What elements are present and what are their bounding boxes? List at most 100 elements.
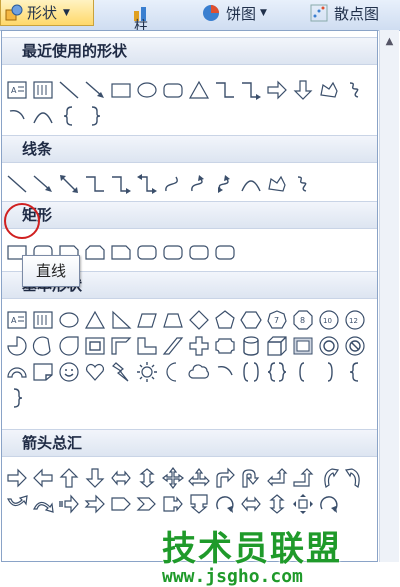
arrows-callR-shape-button[interactable]	[160, 491, 186, 517]
lines-curveD-shape-button[interactable]	[212, 171, 238, 197]
basic-bracketR-shape-button[interactable]	[316, 359, 342, 385]
lines-elbowA-shape-button[interactable]	[108, 171, 134, 197]
arrows-aCirc-shape-button[interactable]	[212, 491, 238, 517]
lines-scribble-shape-button[interactable]	[290, 171, 316, 197]
arrows-aU-shape-button[interactable]	[56, 465, 82, 491]
basic-hept-shape-button[interactable]: 7	[264, 307, 290, 333]
recent-elbow-shape-button[interactable]	[212, 77, 238, 103]
recent-scribble-shape-button[interactable]	[342, 77, 368, 103]
recent-arrow-shape-button[interactable]	[82, 77, 108, 103]
basic-oct-shape-button[interactable]: 8	[290, 307, 316, 333]
lines-darrow-shape-button[interactable]	[56, 171, 82, 197]
recent-arc-shape-button[interactable]	[30, 103, 56, 129]
recent-textbox-shape-button[interactable]: A	[4, 77, 30, 103]
basic-heart-shape-button[interactable]	[82, 359, 108, 385]
basic-pie-shape-button[interactable]	[4, 333, 30, 359]
arrows-aLRU-shape-button[interactable]	[186, 465, 212, 491]
recent-rect-shape-button[interactable]	[108, 77, 134, 103]
basic-tri-shape-button[interactable]	[82, 307, 108, 333]
scatter-chart-button[interactable]: 散点图	[310, 0, 379, 26]
basic-nosym-shape-button[interactable]	[342, 333, 368, 359]
arrows-aCurveU-shape-button[interactable]	[4, 491, 30, 517]
arrows-aLup-shape-button[interactable]	[264, 465, 290, 491]
basic-donut-shape-button[interactable]	[316, 333, 342, 359]
basic-sun-shape-button[interactable]	[134, 359, 160, 385]
basic-bevel-shape-button[interactable]	[290, 333, 316, 359]
lines-line-shape-button[interactable]	[4, 171, 30, 197]
lines-curveA-shape-button[interactable]	[186, 171, 212, 197]
arrows-aStripe-shape-button[interactable]	[56, 491, 82, 517]
recent-tri-shape-button[interactable]	[186, 77, 212, 103]
arrows-aNotch-shape-button[interactable]	[82, 491, 108, 517]
recent-line-shape-button[interactable]	[56, 77, 82, 103]
basic-moon-shape-button[interactable]	[160, 359, 186, 385]
basic-lshape-shape-button[interactable]	[134, 333, 160, 359]
lines-arrow-shape-button[interactable]	[30, 171, 56, 197]
basic-hex-shape-button[interactable]	[238, 307, 264, 333]
lines-arc-shape-button[interactable]	[238, 171, 264, 197]
basic-smile-shape-button[interactable]	[56, 359, 82, 385]
basic-dbracket-shape-button[interactable]	[238, 359, 264, 385]
arrows-aCirc-shape-button[interactable]	[316, 491, 342, 517]
arrows-aL-shape-button[interactable]	[30, 465, 56, 491]
basic-halfframe-shape-button[interactable]	[108, 333, 134, 359]
arrows-aCurveL-shape-button[interactable]	[342, 465, 368, 491]
recent-hook-shape-button[interactable]	[4, 103, 30, 129]
basic-hook-shape-button[interactable]	[212, 359, 238, 385]
recent-oval-shape-button[interactable]	[134, 77, 160, 103]
rect-rrect-shape-button[interactable]	[134, 239, 160, 265]
scroll-up-arrow-icon[interactable]: ▲	[380, 36, 399, 47]
lines-elbowD-shape-button[interactable]	[134, 171, 160, 197]
rect-rrect-shape-button[interactable]	[160, 239, 186, 265]
basic-trap-shape-button[interactable]	[160, 307, 186, 333]
basic-plaque-shape-button[interactable]	[212, 333, 238, 359]
basic-rtri-shape-button[interactable]	[108, 307, 134, 333]
basic-dec-shape-button[interactable]: 10	[316, 307, 342, 333]
pie-chart-button[interactable]: 饼图 ▼	[202, 0, 267, 26]
arrows-aCurveR-shape-button[interactable]	[316, 465, 342, 491]
basic-cross-shape-button[interactable]	[186, 333, 212, 359]
basic-can-shape-button[interactable]	[238, 333, 264, 359]
basic-brace-shape-button[interactable]	[342, 359, 368, 385]
basic-vtext-shape-button[interactable]	[30, 307, 56, 333]
rect-snip-shape-button[interactable]	[108, 239, 134, 265]
lines-elbow-shape-button[interactable]	[82, 171, 108, 197]
scrollbar[interactable]: ▲	[379, 30, 399, 562]
basic-dbrace-shape-button[interactable]	[264, 359, 290, 385]
arrows-aUD-shape-button[interactable]	[134, 465, 160, 491]
basic-oval-shape-button[interactable]	[56, 307, 82, 333]
arrows-callQuad-shape-button[interactable]	[290, 491, 316, 517]
basic-tear-shape-button[interactable]	[56, 333, 82, 359]
arrows-aUturn-shape-button[interactable]	[238, 465, 264, 491]
arrows-callD-shape-button[interactable]	[186, 491, 212, 517]
arrows-aLR-shape-button[interactable]	[108, 465, 134, 491]
basic-pent-shape-button[interactable]	[212, 307, 238, 333]
rect-snip2-shape-button[interactable]	[82, 239, 108, 265]
basic-braceR-shape-button[interactable]	[4, 385, 30, 411]
arrows-aR-shape-button[interactable]	[4, 465, 30, 491]
basic-para-shape-button[interactable]	[134, 307, 160, 333]
basic-cube-shape-button[interactable]	[264, 333, 290, 359]
basic-textbox-shape-button[interactable]: A	[4, 307, 30, 333]
arrows-aD-shape-button[interactable]	[82, 465, 108, 491]
recent-rrect-shape-button[interactable]	[160, 77, 186, 103]
recent-elbowA-shape-button[interactable]	[238, 77, 264, 103]
basic-fold-shape-button[interactable]	[30, 359, 56, 385]
rect-rrect-shape-button[interactable]	[212, 239, 238, 265]
basic-chord-shape-button[interactable]	[30, 333, 56, 359]
recent-aR-shape-button[interactable]	[264, 77, 290, 103]
arrows-aQuad-shape-button[interactable]	[160, 465, 186, 491]
lines-freeform-shape-button[interactable]	[264, 171, 290, 197]
basic-cloud-shape-button[interactable]	[186, 359, 212, 385]
arrows-aBentUp-shape-button[interactable]	[290, 465, 316, 491]
basic-dodec-shape-button[interactable]: 12	[342, 307, 368, 333]
arrows-aPent-shape-button[interactable]	[108, 491, 134, 517]
rect-rrect-shape-button[interactable]	[186, 239, 212, 265]
arrows-aCurveD-shape-button[interactable]	[30, 491, 56, 517]
arrows-aChev-shape-button[interactable]	[134, 491, 160, 517]
basic-diag-shape-button[interactable]	[160, 333, 186, 359]
basic-blockarc-shape-button[interactable]	[4, 359, 30, 385]
recent-braceR-shape-button[interactable]	[82, 103, 108, 129]
shapes-dropdown-button[interactable]: 形状 ▼	[0, 0, 94, 26]
arrows-aBent-shape-button[interactable]	[212, 465, 238, 491]
